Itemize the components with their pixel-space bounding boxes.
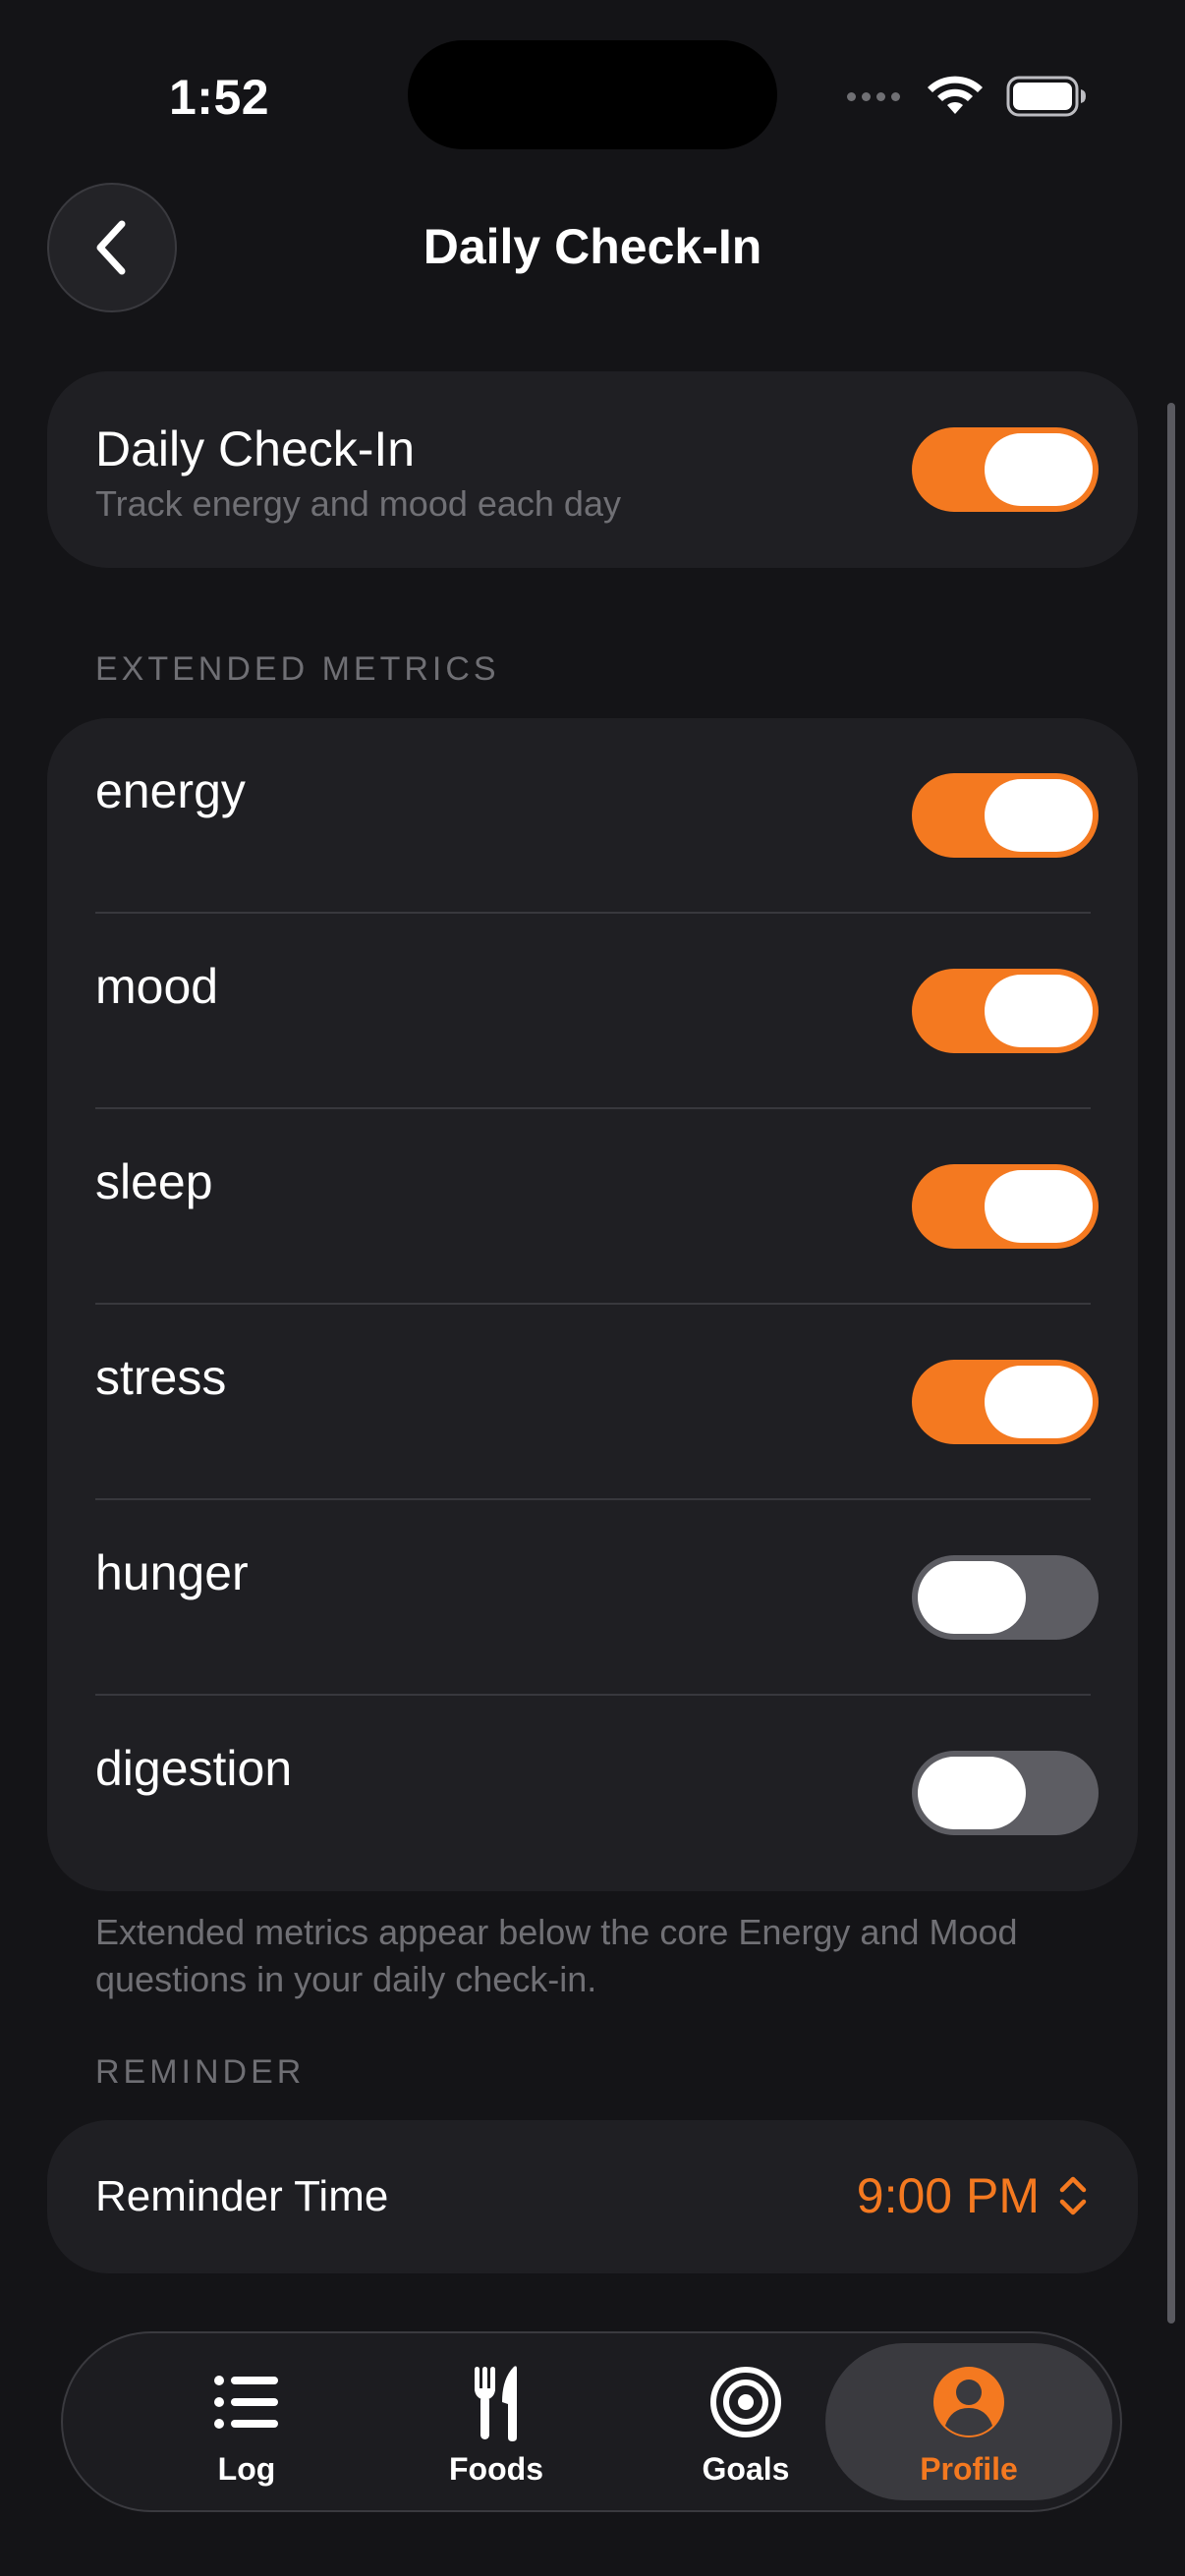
metric-label: stress: [95, 1350, 227, 1405]
tab-label: Profile: [920, 2451, 1018, 2487]
daily-checkin-toggle[interactable]: [912, 427, 1099, 512]
status-time: 1:52: [169, 70, 270, 125]
metric-label: energy: [95, 763, 246, 818]
reminder-time-label: Reminder Time: [95, 2172, 389, 2220]
tab-foods[interactable]: Foods: [371, 2343, 621, 2500]
toggle-knob: [985, 1170, 1093, 1243]
sleep-toggle[interactable]: [912, 1164, 1099, 1249]
tab-label: Goals: [702, 2451, 790, 2487]
mood-toggle[interactable]: [912, 969, 1099, 1053]
daily-checkin-title: Daily Check-In: [95, 421, 416, 476]
extended-metrics-footnote: Extended metrics appear below the core E…: [95, 1912, 1018, 1999]
cellular-signal-icon: [847, 91, 900, 101]
metric-label: digestion: [95, 1741, 293, 1796]
extended-metrics-card: energy mood sleep stress hunger digestio…: [47, 718, 1138, 1891]
reminder-section-label: REMINDER: [95, 2053, 306, 2091]
metric-row-mood: mood: [47, 914, 1138, 1109]
reminder-time-value: 9:00 PM: [856, 2168, 1040, 2223]
tab-log[interactable]: Log: [122, 2343, 371, 2500]
page-title: Daily Check-In: [423, 219, 762, 274]
reminder-time-picker[interactable]: 9:00 PM: [857, 2167, 1089, 2224]
metric-label: hunger: [95, 1545, 249, 1600]
chevron-up-down-icon: [1059, 2176, 1087, 2215]
tab-label: Foods: [449, 2451, 543, 2487]
reminder-card: Reminder Time 9:00 PM: [47, 2120, 1138, 2273]
toggle-knob: [985, 779, 1093, 852]
dynamic-island: [408, 40, 777, 149]
list-icon: [214, 2376, 278, 2429]
scrollbar[interactable]: [1167, 403, 1175, 2324]
metric-row-stress: stress: [47, 1305, 1138, 1500]
toggle-knob: [985, 433, 1093, 506]
hunger-toggle[interactable]: [912, 1555, 1099, 1640]
daily-checkin-card: Daily Check-In Track energy and mood eac…: [47, 371, 1138, 568]
metric-row-sleep: sleep: [47, 1109, 1138, 1305]
extended-metrics-section-label: EXTENDED METRICS: [95, 650, 500, 688]
toggle-knob: [985, 1366, 1093, 1438]
toggle-knob: [985, 975, 1093, 1047]
metric-row-hunger: hunger: [47, 1500, 1138, 1696]
energy-toggle[interactable]: [912, 773, 1099, 858]
metric-row-energy: energy: [47, 718, 1138, 914]
tab-label: Log: [217, 2451, 276, 2487]
target-icon: [710, 2367, 781, 2437]
status-icons: [847, 71, 1087, 122]
wifi-icon: [928, 76, 983, 114]
daily-checkin-subtitle: Track energy and mood each day: [95, 483, 621, 524]
battery-icon: [1006, 76, 1086, 117]
digestion-toggle[interactable]: [912, 1751, 1099, 1835]
tab-profile[interactable]: Profile: [825, 2343, 1112, 2500]
toggle-knob: [918, 1757, 1026, 1829]
metric-label: sleep: [95, 1154, 213, 1209]
fork-knife-icon: [475, 2366, 517, 2441]
profile-icon: [933, 2367, 1004, 2437]
metric-row-digestion: digestion: [47, 1696, 1138, 1891]
toggle-knob: [918, 1561, 1026, 1634]
tab-bar: Log Foods Goals Profile: [61, 2331, 1122, 2512]
stress-toggle[interactable]: [912, 1360, 1099, 1444]
metric-label: mood: [95, 959, 219, 1014]
